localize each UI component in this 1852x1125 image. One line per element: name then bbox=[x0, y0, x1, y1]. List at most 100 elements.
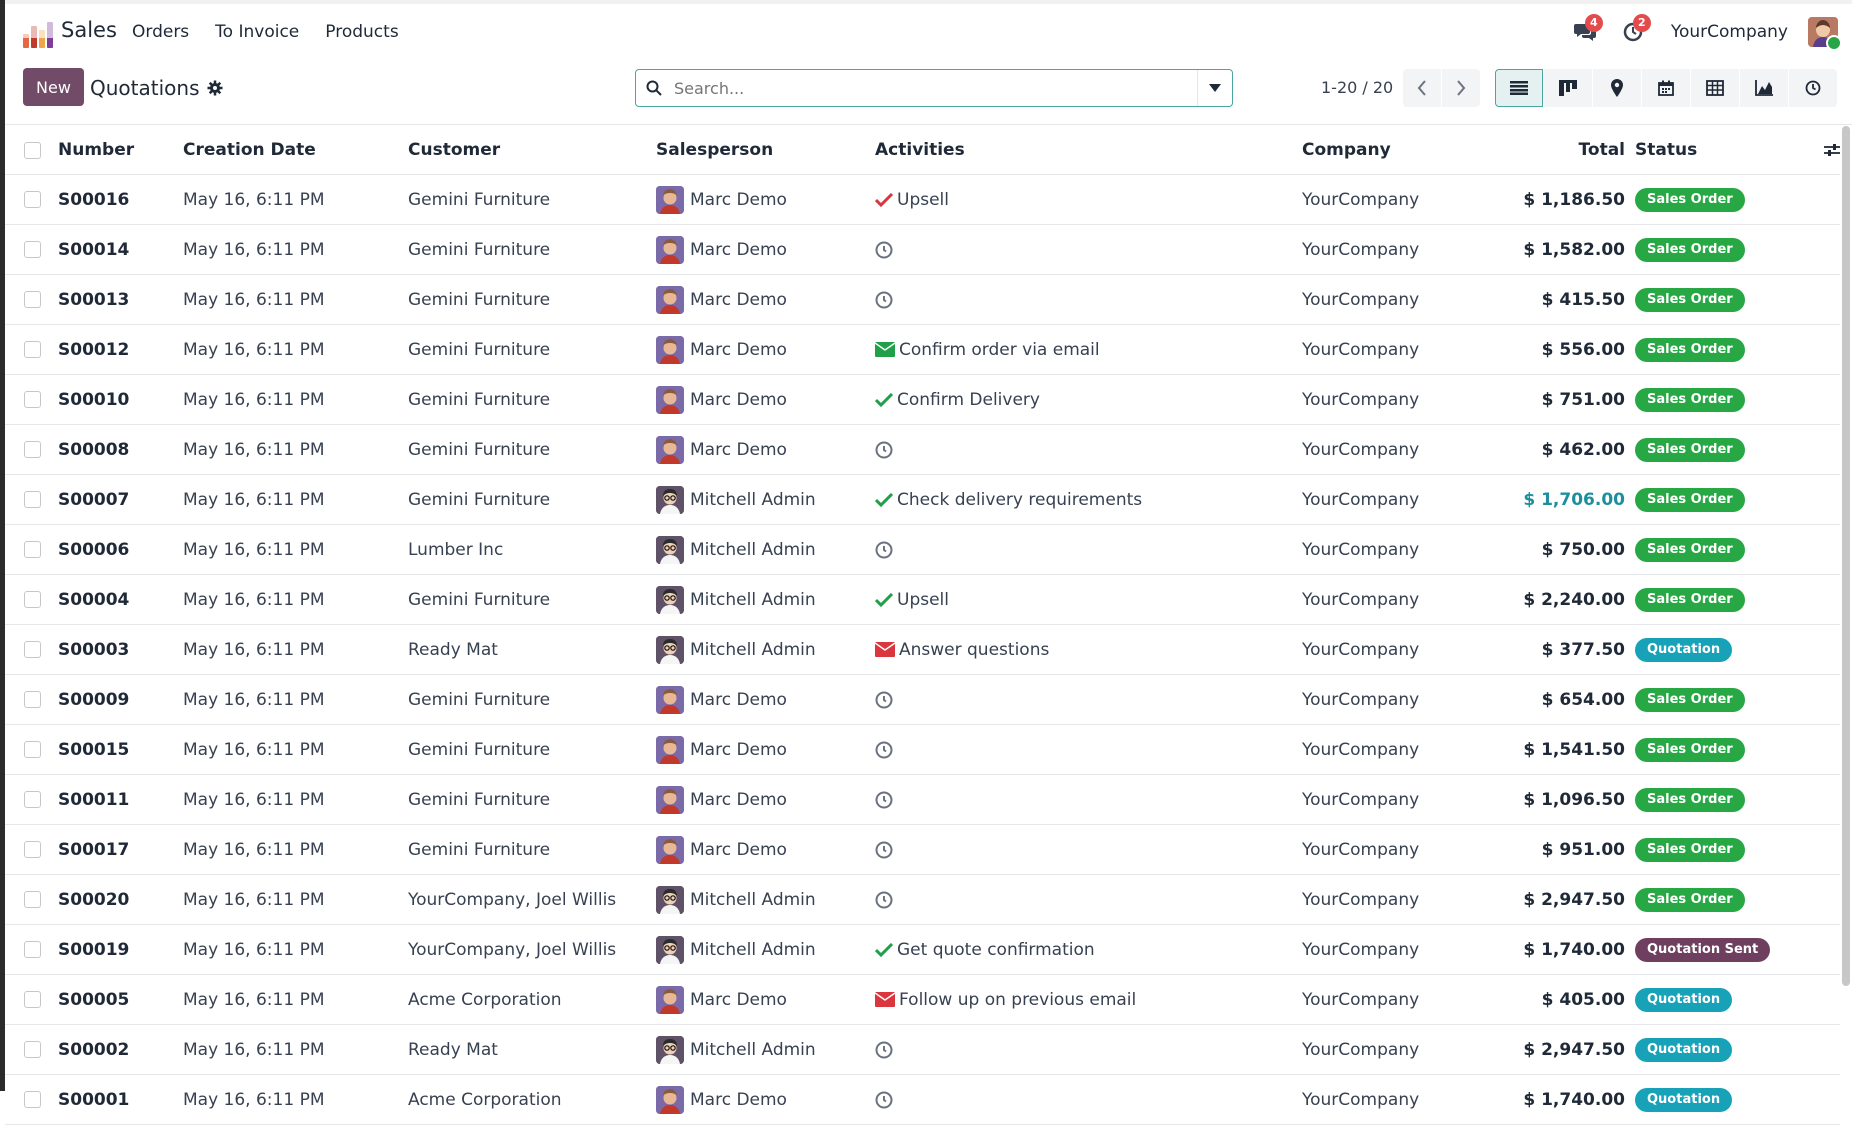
check-icon[interactable] bbox=[875, 192, 893, 207]
messages-button[interactable]: 4 bbox=[1567, 14, 1603, 50]
user-avatar[interactable] bbox=[1808, 17, 1842, 51]
header-salesperson[interactable]: Salesperson bbox=[656, 126, 773, 174]
search-input[interactable] bbox=[672, 70, 1197, 106]
view-list[interactable] bbox=[1495, 69, 1543, 107]
activity-summary[interactable]: Get quote confirmation bbox=[897, 940, 1095, 960]
table-row[interactable]: S00017 May 16, 6:11 PM Gemini Furniture Mar… bbox=[5, 825, 1840, 875]
pager-next[interactable] bbox=[1442, 69, 1480, 107]
check-icon[interactable] bbox=[875, 942, 893, 957]
view-graph[interactable] bbox=[1740, 69, 1788, 107]
row-checkbox[interactable] bbox=[24, 341, 41, 358]
salesperson-avatar[interactable] bbox=[656, 835, 684, 864]
activity-summary[interactable]: Check delivery requirements bbox=[897, 490, 1142, 510]
view-map[interactable] bbox=[1593, 69, 1641, 107]
header-customer[interactable]: Customer bbox=[408, 126, 500, 174]
row-checkbox[interactable] bbox=[24, 891, 41, 908]
app-name[interactable]: Sales bbox=[61, 18, 117, 42]
row-checkbox[interactable] bbox=[24, 641, 41, 658]
menu-to-invoice[interactable]: To Invoice bbox=[215, 22, 299, 42]
table-row[interactable]: S00009 May 16, 6:11 PM Gemini Furniture Mar… bbox=[5, 675, 1840, 725]
check-icon[interactable] bbox=[875, 392, 893, 407]
salesperson-avatar[interactable] bbox=[656, 285, 684, 314]
table-row[interactable]: S00011 May 16, 6:11 PM Gemini Furniture Mar… bbox=[5, 775, 1840, 825]
clock-icon[interactable] bbox=[875, 791, 893, 809]
salesperson-avatar[interactable] bbox=[656, 635, 684, 664]
table-row[interactable]: S00015 May 16, 6:11 PM Gemini Furniture Mar… bbox=[5, 725, 1840, 775]
table-row[interactable]: S00016 May 16, 6:11 PM Gemini Furniture Mar… bbox=[5, 175, 1840, 225]
table-row[interactable]: S00004 May 16, 6:11 PM Gemini Furniture Mit… bbox=[5, 575, 1840, 625]
gear-icon[interactable] bbox=[207, 80, 223, 96]
pager-value[interactable]: 1-20 / 20 bbox=[1321, 78, 1393, 97]
table-row[interactable]: S00001 May 16, 6:11 PM Acme Corporation Mar… bbox=[5, 1075, 1840, 1125]
header-creation-date[interactable]: Creation Date bbox=[183, 126, 316, 174]
table-row[interactable]: S00002 May 16, 6:11 PM Ready Mat Mitchell A… bbox=[5, 1025, 1840, 1075]
row-checkbox[interactable] bbox=[24, 1041, 41, 1058]
row-checkbox[interactable] bbox=[24, 841, 41, 858]
check-icon[interactable] bbox=[875, 492, 893, 507]
row-checkbox[interactable] bbox=[24, 391, 41, 408]
company-switcher[interactable]: YourCompany bbox=[1671, 22, 1788, 42]
table-row[interactable]: S00007 May 16, 6:11 PM Gemini Furniture Mit… bbox=[5, 475, 1840, 525]
row-checkbox[interactable] bbox=[24, 441, 41, 458]
table-row[interactable]: S00014 May 16, 6:11 PM Gemini Furniture Mar… bbox=[5, 225, 1840, 275]
salesperson-avatar[interactable] bbox=[656, 735, 684, 764]
envelope-icon[interactable] bbox=[875, 642, 895, 657]
check-icon[interactable] bbox=[875, 592, 893, 607]
salesperson-avatar[interactable] bbox=[656, 335, 684, 364]
row-checkbox[interactable] bbox=[24, 991, 41, 1008]
table-row[interactable]: S00008 May 16, 6:11 PM Gemini Furniture Mar… bbox=[5, 425, 1840, 475]
header-number[interactable]: Number bbox=[58, 126, 134, 174]
activities-button[interactable]: 2 bbox=[1615, 14, 1651, 50]
menu-orders[interactable]: Orders bbox=[132, 22, 189, 42]
row-checkbox[interactable] bbox=[24, 541, 41, 558]
row-checkbox[interactable] bbox=[24, 591, 41, 608]
view-activity[interactable] bbox=[1789, 69, 1837, 107]
clock-icon[interactable] bbox=[875, 441, 893, 459]
envelope-icon[interactable] bbox=[875, 992, 895, 1007]
salesperson-avatar[interactable] bbox=[656, 1085, 684, 1114]
view-kanban[interactable] bbox=[1544, 69, 1592, 107]
search-options-toggle[interactable] bbox=[1197, 70, 1232, 106]
clock-icon[interactable] bbox=[875, 741, 893, 759]
clock-icon[interactable] bbox=[875, 691, 893, 709]
activity-summary[interactable]: Confirm order via email bbox=[899, 340, 1100, 360]
activity-summary[interactable]: Upsell bbox=[897, 190, 949, 210]
activity-summary[interactable]: Answer questions bbox=[899, 640, 1049, 660]
salesperson-avatar[interactable] bbox=[656, 385, 684, 414]
salesperson-avatar[interactable] bbox=[656, 485, 684, 514]
clock-icon[interactable] bbox=[875, 841, 893, 859]
salesperson-avatar[interactable] bbox=[656, 935, 684, 964]
row-checkbox[interactable] bbox=[24, 241, 41, 258]
row-checkbox[interactable] bbox=[24, 691, 41, 708]
clock-icon[interactable] bbox=[875, 891, 893, 909]
clock-icon[interactable] bbox=[875, 541, 893, 559]
salesperson-avatar[interactable] bbox=[656, 1035, 684, 1064]
row-checkbox[interactable] bbox=[24, 791, 41, 808]
row-checkbox[interactable] bbox=[24, 291, 41, 308]
table-row[interactable]: S00013 May 16, 6:11 PM Gemini Furniture Mar… bbox=[5, 275, 1840, 325]
clock-icon[interactable] bbox=[875, 1091, 893, 1109]
salesperson-avatar[interactable] bbox=[656, 235, 684, 264]
select-all-checkbox[interactable] bbox=[24, 141, 41, 159]
salesperson-avatar[interactable] bbox=[656, 685, 684, 714]
clock-icon[interactable] bbox=[875, 241, 893, 259]
header-company[interactable]: Company bbox=[1302, 126, 1391, 174]
row-checkbox[interactable] bbox=[24, 941, 41, 958]
table-row[interactable]: S00012 May 16, 6:11 PM Gemini Furniture Mar… bbox=[5, 325, 1840, 375]
view-calendar[interactable] bbox=[1642, 69, 1690, 107]
table-row[interactable]: S00005 May 16, 6:11 PM Acme Corporation Mar… bbox=[5, 975, 1840, 1025]
vertical-scrollbar[interactable] bbox=[1842, 126, 1850, 986]
clock-icon[interactable] bbox=[875, 1041, 893, 1059]
row-checkbox[interactable] bbox=[24, 1091, 41, 1108]
new-button[interactable]: New bbox=[23, 68, 84, 106]
salesperson-avatar[interactable] bbox=[656, 585, 684, 614]
menu-products[interactable]: Products bbox=[325, 22, 398, 42]
activity-summary[interactable]: Follow up on previous email bbox=[899, 990, 1136, 1010]
activity-summary[interactable]: Upsell bbox=[897, 590, 949, 610]
row-checkbox[interactable] bbox=[24, 191, 41, 208]
table-row[interactable]: S00019 May 16, 6:11 PM YourCompany, Joel W… bbox=[5, 925, 1840, 975]
salesperson-avatar[interactable] bbox=[656, 985, 684, 1014]
table-row[interactable]: S00003 May 16, 6:11 PM Ready Mat Mitchell A… bbox=[5, 625, 1840, 675]
activity-summary[interactable]: Confirm Delivery bbox=[897, 390, 1040, 410]
salesperson-avatar[interactable] bbox=[656, 435, 684, 464]
